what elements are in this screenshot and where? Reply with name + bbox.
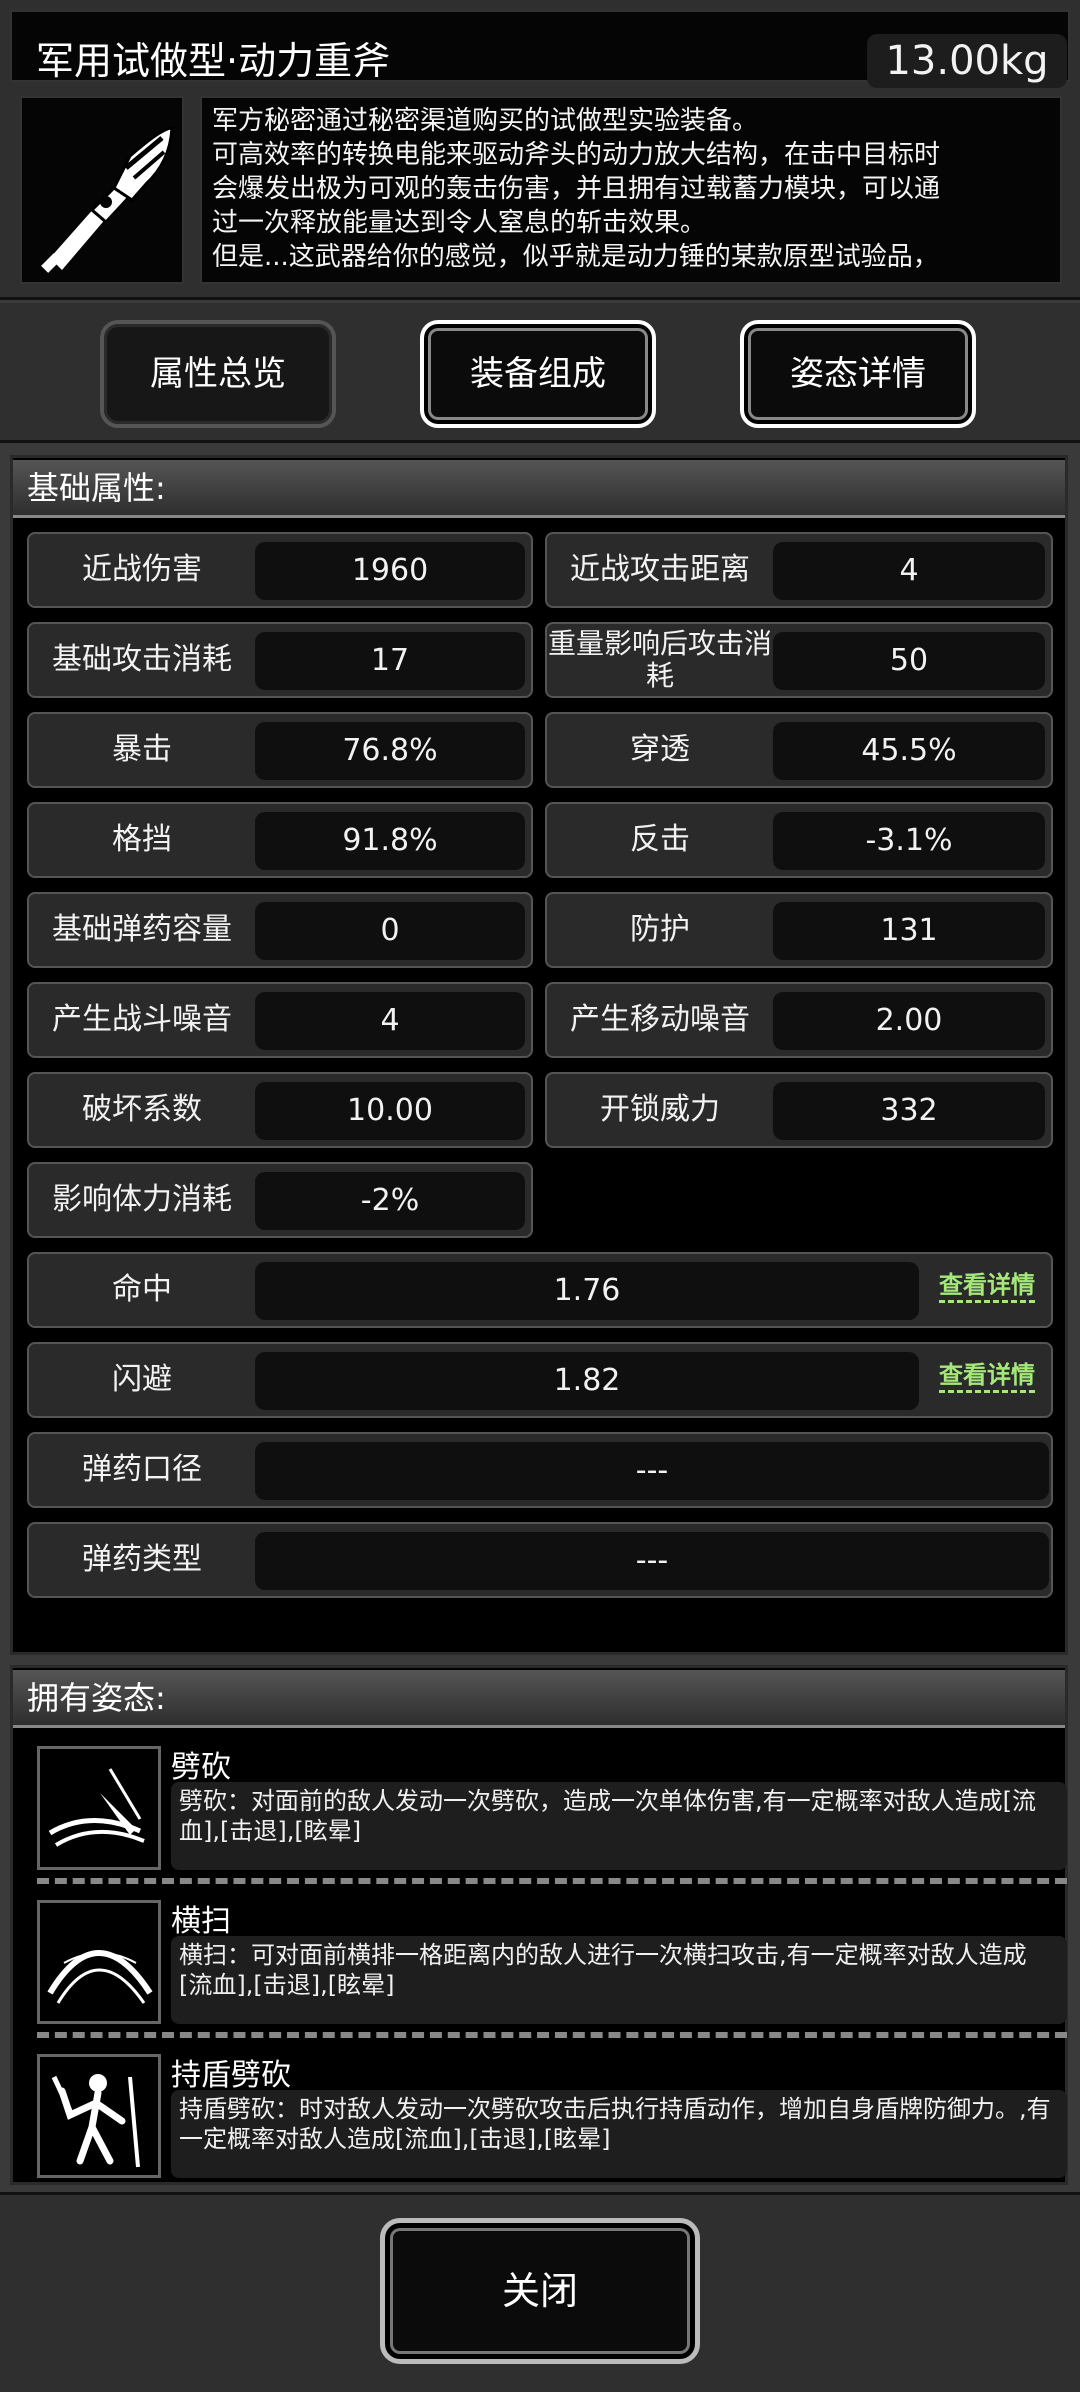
title-bar: 军用试做型·动力重斧 13.00kg xyxy=(10,10,1070,88)
attribute-row: 开锁威力 332 xyxy=(545,1072,1053,1148)
description-text: 军方秘密通过秘密渠道购买的试做型实验装备。可高效率的转换电能来驱动斧头的动力放大… xyxy=(202,98,1060,280)
base-attributes-heading: 基础属性: xyxy=(13,460,1065,518)
attribute-row: 命中 1.76 查看详情 xyxy=(27,1252,1053,1328)
stance-description: 持盾劈砍：时对敌人发动一次劈砍攻击后执行持盾动作，增加自身盾牌防御力。,有一定概… xyxy=(171,2090,1067,2178)
stance-name: 持盾劈砍 xyxy=(171,2058,291,2093)
attribute-row: 穿透 45.5% xyxy=(545,712,1053,788)
stance-item[interactable]: 横扫 横扫：可对面前横排一格距离内的敌人进行一次横扫攻击,有一定概率对敌人造成[… xyxy=(27,1894,1067,2024)
attribute-label: 基础弹药容量 xyxy=(52,912,232,947)
stance-name: 劈砍 xyxy=(171,1750,231,1785)
attribute-label: 反击 xyxy=(630,822,690,857)
divider xyxy=(37,1878,1067,1884)
stances-heading: 拥有姿态: xyxy=(13,1670,1065,1728)
tab-equipment-composition[interactable]: 装备组成 xyxy=(420,320,656,428)
attribute-row: 暴击 76.8% xyxy=(27,712,533,788)
attribute-label: 开锁威力 xyxy=(600,1092,720,1127)
attribute-label: 命中 xyxy=(112,1272,172,1307)
attribute-label: 基础攻击消耗 xyxy=(52,642,232,677)
attribute-row: 近战攻击距离 4 xyxy=(545,532,1053,608)
attribute-value: 0 xyxy=(255,902,525,960)
attribute-row: 产生移动噪音 2.00 xyxy=(545,982,1053,1058)
attribute-row: 近战伤害 1960 xyxy=(27,532,533,608)
attribute-row: 防护 131 xyxy=(545,892,1053,968)
item-weight: 13.00kg xyxy=(867,34,1067,88)
attribute-row: 破坏系数 10.00 xyxy=(27,1072,533,1148)
sweep-icon xyxy=(37,1900,161,2024)
stance-description: 横扫：可对面前横排一格距离内的敌人进行一次横扫攻击,有一定概率对敌人造成[流血]… xyxy=(171,1936,1067,2024)
attribute-value: 50 xyxy=(773,632,1045,690)
attribute-value: 1.76 xyxy=(255,1262,919,1320)
attribute-value: 4 xyxy=(773,542,1045,600)
attribute-value: 2.00 xyxy=(773,992,1045,1050)
attribute-row: 基础弹药容量 0 xyxy=(27,892,533,968)
attribute-value: --- xyxy=(255,1532,1049,1590)
stance-item[interactable]: 持盾劈砍 持盾劈砍：时对敌人发动一次劈砍攻击后执行持盾动作，增加自身盾牌防御力。… xyxy=(27,2048,1067,2178)
attribute-row: 弹药类型 --- xyxy=(27,1522,1053,1598)
tab-attribute-overview[interactable]: 属性总览 xyxy=(100,320,336,428)
attribute-value: 332 xyxy=(773,1082,1045,1140)
description-line: 可高效率的转换电能来驱动斧头的动力放大结构，在击中目标时 xyxy=(212,140,941,170)
attribute-label: 重量影响后攻击消耗 xyxy=(547,627,772,692)
item-image-frame xyxy=(20,96,184,284)
view-details-link[interactable]: 查看详情 xyxy=(939,1360,1035,1393)
attribute-value: -3.1% xyxy=(773,812,1045,870)
stance-name: 横扫 xyxy=(171,1904,231,1939)
attribute-label: 影响体力消耗 xyxy=(52,1182,232,1217)
description-line: 会爆发出极为可观的轰击伤害，并且拥有过载蓄力模块，可以通 xyxy=(212,174,941,204)
attribute-label: 防护 xyxy=(630,912,690,947)
stances-panel: 拥有姿态: 劈砍 劈砍：对面前的敌人发动一次劈砍，造成一次单体伤害,有一定概率对… xyxy=(10,1665,1068,2185)
attribute-value: 1.82 xyxy=(255,1352,919,1410)
attribute-label: 产生移动噪音 xyxy=(570,1002,750,1037)
attribute-value: 1960 xyxy=(255,542,525,600)
attribute-row: 影响体力消耗 -2% xyxy=(27,1162,533,1238)
attribute-value: 131 xyxy=(773,902,1045,960)
attribute-label: 破坏系数 xyxy=(82,1092,202,1127)
tab-stance-details[interactable]: 姿态详情 xyxy=(740,320,976,428)
attribute-label: 格挡 xyxy=(112,822,172,857)
attribute-label: 闪避 xyxy=(112,1362,172,1397)
attribute-label: 近战攻击距离 xyxy=(570,552,750,587)
attributes-panel: 基础属性: 近战伤害 1960 近战攻击距离 4 基础攻击消耗 17 重量影响后攻击消耗 50… xyxy=(10,455,1068,1655)
shield-slash-icon xyxy=(37,2054,161,2178)
attribute-value: 91.8% xyxy=(255,812,525,870)
description-line: 军方秘密通过秘密渠道购买的试做型实验装备。 xyxy=(212,106,759,136)
attribute-row: 闪避 1.82 查看详情 xyxy=(27,1342,1053,1418)
attribute-value: 4 xyxy=(255,992,525,1050)
attribute-row: 弹药口径 --- xyxy=(27,1432,1053,1508)
power-axe-icon xyxy=(41,126,174,273)
item-title: 军用试做型·动力重斧 xyxy=(36,39,391,83)
close-button[interactable]: 关闭 xyxy=(380,2218,700,2364)
attribute-label: 近战伤害 xyxy=(82,552,202,587)
divider xyxy=(37,2032,1067,2038)
stance-item[interactable]: 劈砍 劈砍：对面前的敌人发动一次劈砍，造成一次单体伤害,有一定概率对敌人造成[流… xyxy=(27,1740,1067,1870)
attribute-value: 45.5% xyxy=(773,722,1045,780)
slash-icon xyxy=(37,1746,161,1870)
attribute-value: 10.00 xyxy=(255,1082,525,1140)
description-line: 过一次释放能量达到令人窒息的斩击效果。 xyxy=(212,208,707,238)
attribute-row: 格挡 91.8% xyxy=(27,802,533,878)
attribute-label: 弹药类型 xyxy=(82,1542,202,1577)
attribute-label: 暴击 xyxy=(112,732,172,767)
attribute-label: 产生战斗噪音 xyxy=(52,1002,232,1037)
attribute-value: 17 xyxy=(255,632,525,690)
attribute-value: 76.8% xyxy=(255,722,525,780)
attribute-row: 重量影响后攻击消耗 50 xyxy=(545,622,1053,698)
item-description: 军方秘密通过秘密渠道购买的试做型实验装备。可高效率的转换电能来驱动斧头的动力放大… xyxy=(200,96,1062,284)
description-line: 但是...这武器给你的感觉，似乎就是动力锤的某款原型试验品， xyxy=(212,242,939,272)
attribute-row: 基础攻击消耗 17 xyxy=(27,622,533,698)
attribute-value: --- xyxy=(255,1442,1049,1500)
attribute-label: 弹药口径 xyxy=(82,1452,202,1487)
view-details-link[interactable]: 查看详情 xyxy=(939,1270,1035,1303)
attribute-value: -2% xyxy=(255,1172,525,1230)
stance-description: 劈砍：对面前的敌人发动一次劈砍，造成一次单体伤害,有一定概率对敌人造成[流血],… xyxy=(171,1782,1067,1870)
attribute-label: 穿透 xyxy=(630,732,690,767)
attribute-row: 反击 -3.1% xyxy=(545,802,1053,878)
attribute-row: 产生战斗噪音 4 xyxy=(27,982,533,1058)
